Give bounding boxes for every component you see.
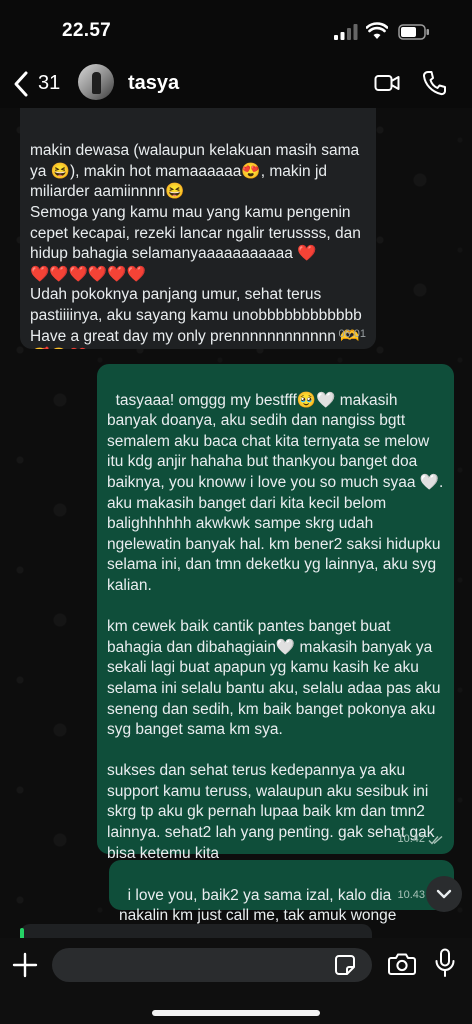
message-time: 10.43 — [397, 889, 425, 902]
status-time: 22.57 — [62, 20, 112, 41]
message-meta: 06.01 — [338, 324, 366, 345]
incoming-message[interactable]: makin dewasa (walaupun kelakuan masih sa… — [20, 80, 376, 349]
battery-icon — [398, 24, 429, 40]
unread-count[interactable]: 31 — [38, 72, 60, 95]
back-chevron-icon[interactable] — [12, 70, 30, 98]
microphone-icon[interactable] — [434, 948, 456, 978]
outgoing-message[interactable]: i love you, baik2 ya sama izal, kalo dia… — [109, 860, 454, 924]
composer-bar — [0, 938, 472, 1024]
scroll-to-bottom-button[interactable] — [426, 876, 462, 912]
signal-icon — [334, 24, 358, 40]
message-meta: 10.42 — [397, 829, 444, 850]
message-input[interactable] — [52, 948, 372, 982]
double-check-icon — [428, 835, 443, 845]
message-text: tasyaaa! omggg my bestfff🥹🤍 makasih bany… — [107, 391, 444, 862]
wifi-icon — [366, 22, 388, 39]
contact-name[interactable]: tasya — [128, 72, 179, 95]
phone-icon[interactable] — [422, 70, 446, 96]
sticker-icon[interactable] — [334, 954, 356, 976]
message-text: makin dewasa (walaupun kelakuan masih sa… — [30, 142, 362, 349]
plus-icon[interactable] — [12, 952, 38, 978]
camera-icon[interactable] — [388, 952, 416, 976]
message-text: i love you, baik2 ya sama izal, kalo dia… — [119, 886, 397, 925]
home-indicator — [152, 1010, 320, 1016]
video-call-icon[interactable] — [374, 72, 400, 94]
chat-header: 31 tasya — [0, 60, 472, 108]
message-time: 10.42 — [397, 833, 425, 846]
chevron-down-icon — [436, 889, 452, 899]
outgoing-message[interactable]: tasyaaa! omggg my bestfff🥹🤍 makasih bany… — [97, 364, 454, 862]
message-time: 06.01 — [338, 328, 366, 341]
status-bar: 22.57 — [0, 0, 472, 60]
avatar[interactable] — [78, 64, 114, 100]
